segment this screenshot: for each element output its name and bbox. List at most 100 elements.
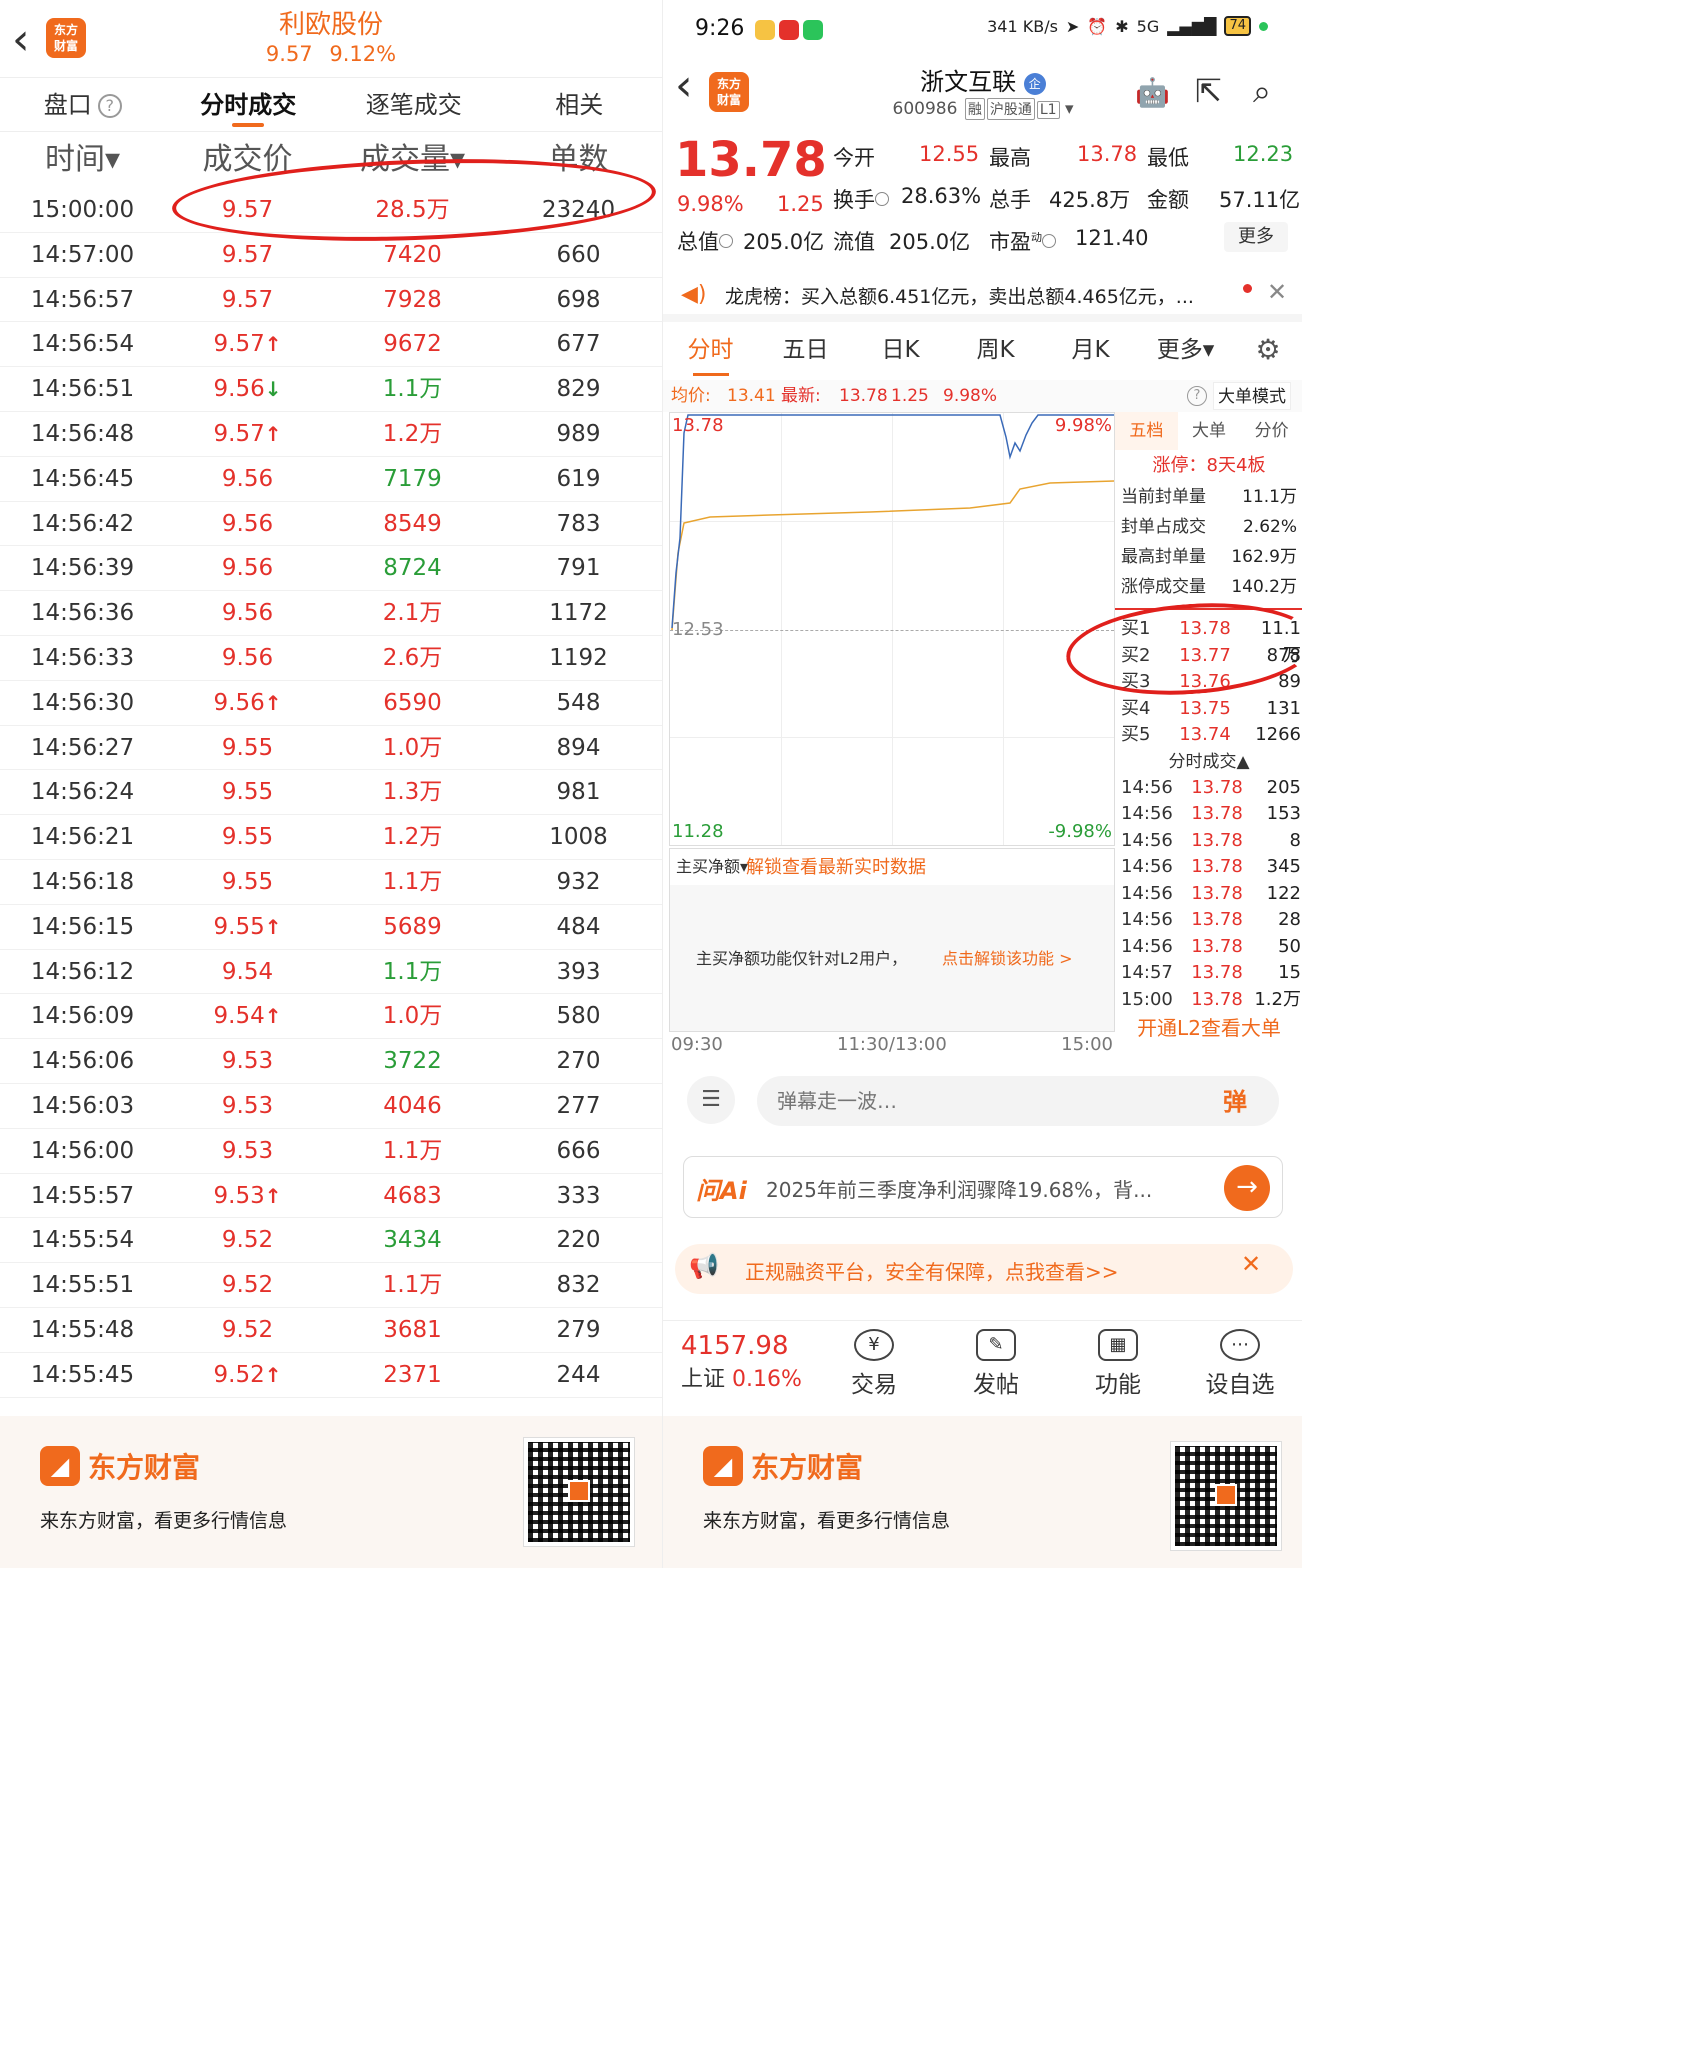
trades-list[interactable]: 15:00:00 9.57 28.5万 23240 14:57:00 9.57 7420 66…	[0, 188, 662, 1398]
open-value: 12.55	[919, 142, 980, 166]
row-time: 14:56:33	[30, 644, 135, 671]
row-count: 580	[556, 1003, 601, 1030]
more-button[interactable]: 更多	[1224, 222, 1288, 252]
netflow-dropdown[interactable]: 主买净额▾	[676, 853, 748, 877]
left-footer: ◢ 东方财富 来东方财富，看更多行情信息	[0, 1416, 662, 1568]
row-price: 9.55	[221, 779, 274, 806]
signal-icon: ▂▄▆█	[1167, 16, 1217, 36]
amount-value: 57.11亿	[1219, 188, 1301, 212]
avg-price-line	[671, 480, 1115, 631]
help-icon[interactable]: ?	[97, 94, 122, 118]
list-item: 14:56 13.78 28	[1121, 909, 1301, 930]
tab-intraday[interactable]: 分时	[663, 322, 758, 378]
close-icon[interactable]: ✕	[1267, 278, 1287, 306]
tab-five-day[interactable]: 五日	[758, 322, 853, 378]
ai-ask-box[interactable]: 问Ai 2025年前三季度净利润骤降19.68%，背... →	[683, 1156, 1283, 1218]
nav-trade[interactable]: ¥ 交易	[819, 1329, 929, 1399]
row-time: 14:56:48	[30, 420, 135, 447]
list-item: 最高封单量 162.9万	[1121, 547, 1297, 567]
footer-slogan: 来东方财富，看更多行情信息	[703, 1510, 951, 1532]
tab-five-levels[interactable]: 五档	[1115, 412, 1178, 450]
nav-add-watchlist[interactable]: ⋯ 设自选	[1185, 1329, 1295, 1399]
row-volume: 7179	[383, 465, 442, 492]
l2-promo-link[interactable]: 开通L2查看大单	[1115, 1013, 1302, 1043]
danmu-send-icon[interactable]: 弹	[1223, 1082, 1247, 1117]
arrow-right-icon[interactable]: →	[1224, 1165, 1270, 1211]
col-time[interactable]: 时间▾	[0, 132, 165, 188]
tab-big-orders[interactable]: 大单	[1178, 412, 1241, 450]
right-screenshot: 9:26 341 KB/s ➤ ⏰ ✱ 5G ▂▄▆█ 74 ‹ 东方 财富 浙文…	[662, 0, 1302, 1568]
tab-intraday-trades[interactable]: 分时成交	[166, 78, 332, 131]
row-price: 9.56↑	[213, 689, 282, 716]
intraday-chart[interactable]: 13.78 9.98% 12.53 11.28 -9.98%	[669, 412, 1115, 846]
row-price: 9.56	[221, 600, 274, 627]
tab-day-k[interactable]: 日K	[853, 322, 948, 378]
list-item: 15:00 13.78 1.2万	[1121, 988, 1301, 1010]
table-row: 14:56:45 9.56 7179 619	[0, 457, 662, 502]
table-row: 14:56:09 9.54↑ 1.0万 580	[0, 994, 662, 1040]
tab-more[interactable]: 更多▾	[1138, 322, 1233, 378]
row-count: 894	[556, 734, 601, 761]
chart-tabs: 分时 五日 日K 周K 月K 更多▾ ⚙	[663, 322, 1302, 378]
nav-functions[interactable]: ▦ 功能	[1063, 1329, 1173, 1399]
col-count: 单数	[548, 142, 609, 177]
row-time: 15:00:00	[30, 197, 135, 223]
footer-slogan: 来东方财富，看更多行情信息	[40, 1510, 288, 1532]
index-widget[interactable]: 4157.98 上证 0.16%	[681, 1331, 802, 1393]
pct-min-label: -9.98%	[1048, 821, 1112, 842]
open-label: 今开	[833, 146, 875, 170]
row-count: 1008	[549, 824, 608, 851]
row-count: 23240	[541, 197, 616, 223]
nav-post[interactable]: ✎ 发帖	[941, 1329, 1051, 1399]
enterprise-tag: 企	[1023, 73, 1046, 95]
assistant-robot-icon[interactable]: 🤖	[1135, 76, 1170, 109]
row-count: 989	[556, 420, 601, 447]
tab-pankou[interactable]: 盘口?	[0, 78, 166, 131]
row-volume: 1.3万	[382, 779, 443, 806]
high-label: 最高	[989, 146, 1031, 170]
row-price: 9.56	[221, 510, 274, 537]
help-icon[interactable]: ?	[1187, 386, 1207, 406]
ad-banner[interactable]: 📢 正规融资平台，安全有保障，点我查看>> ✕	[675, 1244, 1293, 1294]
col-volume[interactable]: 成交量▾	[330, 132, 495, 188]
table-row: 14:56:54 9.57↑ 9672 677	[0, 322, 662, 368]
dragon-tiger-banner[interactable]: ◀) 龙虎榜：买入总额6.451亿元，卖出总额4.465亿元，... ✕	[663, 268, 1302, 328]
row-price: 9.56	[221, 555, 274, 582]
big-order-mode-button[interactable]: 大单模式	[1213, 382, 1291, 410]
close-icon[interactable]: ✕	[1241, 1250, 1261, 1278]
list-item: 买4 13.75 131	[1121, 697, 1301, 719]
tab-price-dist[interactable]: 分价	[1240, 412, 1302, 450]
row-volume: 4683	[383, 1182, 442, 1209]
table-row: 14:56:18 9.55 1.1万 932	[0, 860, 662, 905]
row-volume: 1.0万	[382, 734, 443, 761]
list-item: 买3 13.76 89	[1121, 671, 1301, 692]
footer-brand: ◢ 东方财富	[40, 1446, 200, 1486]
danmu-toggle-icon[interactable]: ☰	[687, 1076, 735, 1124]
brand-logo-icon: ◢	[40, 1446, 80, 1486]
row-count: 1172	[549, 600, 608, 627]
unlock-feature-link[interactable]: 点击解锁该功能 >	[942, 945, 1073, 969]
row-count: 277	[556, 1092, 601, 1119]
volume-value: 425.8万	[1049, 188, 1131, 212]
tab-related[interactable]: 相关	[497, 78, 663, 131]
trades-title[interactable]: 分时成交▲	[1115, 749, 1302, 775]
row-count: 619	[556, 465, 601, 492]
table-row: 14:56:21 9.55 1.2万 1008	[0, 815, 662, 860]
tab-tick-trades[interactable]: 逐笔成交	[331, 78, 497, 131]
app-video-icon	[779, 20, 799, 40]
share-icon[interactable]: ⇱	[1195, 72, 1222, 110]
row-price: 9.57↑	[213, 420, 282, 447]
table-row: 14:56:36 9.56 2.1万 1172	[0, 591, 662, 636]
danmu-input[interactable]	[757, 1076, 1279, 1126]
tab-week-k[interactable]: 周K	[948, 322, 1043, 378]
unlock-link[interactable]: 解锁查看最新实时数据	[746, 853, 926, 879]
ai-prompt-text: 2025年前三季度净利润骤降19.68%，背...	[766, 1178, 1153, 1202]
row-count: 244	[556, 1361, 601, 1388]
net-speed: 341 KB/s	[987, 16, 1058, 36]
info-icon	[719, 234, 733, 248]
row-time: 14:56:15	[30, 913, 135, 940]
settings-gear-icon[interactable]: ⚙	[1233, 322, 1302, 378]
search-icon[interactable]: ⌕	[1253, 72, 1271, 111]
tab-month-k[interactable]: 月K	[1043, 322, 1138, 378]
location-icon: ➤	[1065, 16, 1080, 36]
